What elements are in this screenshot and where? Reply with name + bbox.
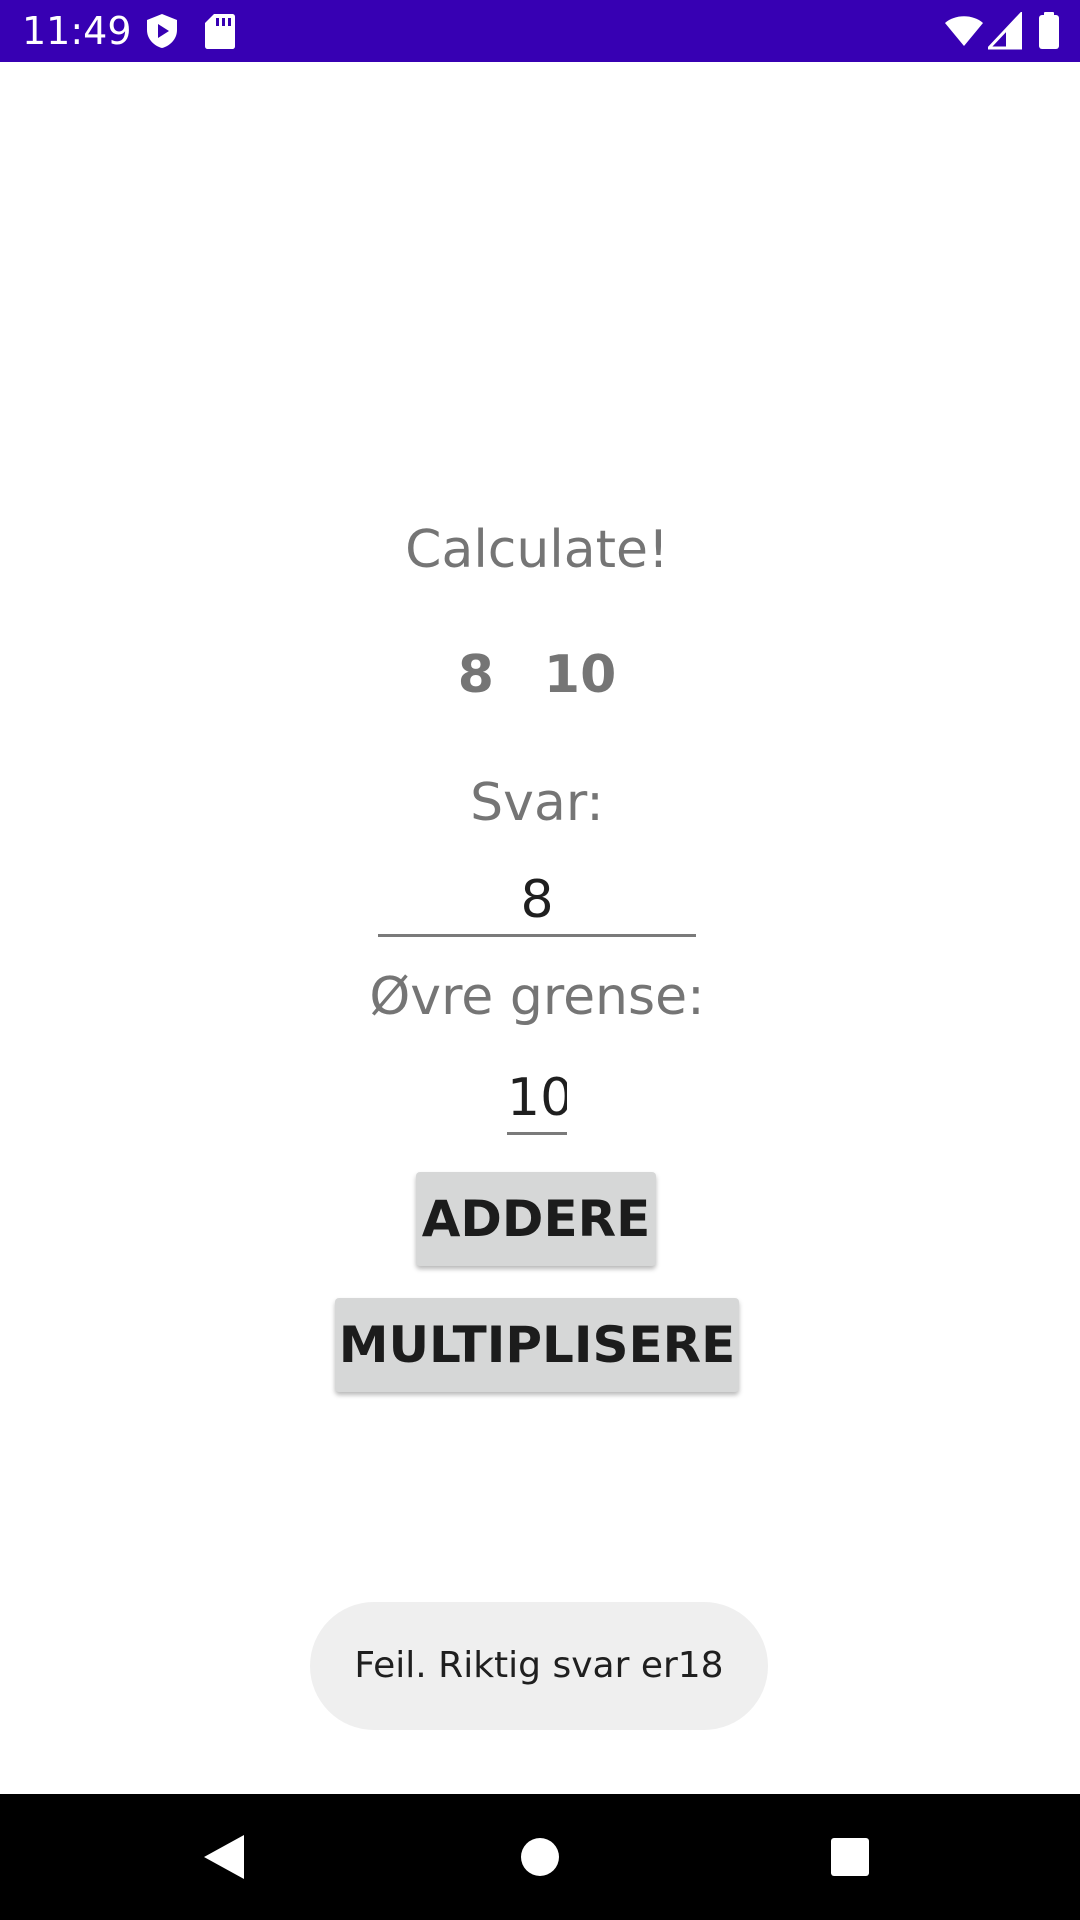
home-icon[interactable] [505, 1822, 575, 1892]
operands-row: 8 10 [0, 640, 1074, 710]
page-title: Calculate! [405, 520, 669, 580]
upper-limit-input[interactable] [507, 1063, 567, 1135]
multiply-button[interactable]: MULTIPLISERE [335, 1298, 739, 1392]
recents-icon[interactable] [815, 1822, 885, 1892]
status-time: 11:49 [22, 9, 132, 53]
toast-message: Feil. Riktig svar er18 [310, 1602, 768, 1730]
answer-label: Svar: [470, 773, 604, 833]
operand-a: 8 [457, 645, 494, 705]
battery-icon [1038, 12, 1060, 50]
upper-limit-label: Øvre grense: [369, 967, 705, 1027]
navigation-bar [0, 1794, 1080, 1920]
back-icon[interactable] [190, 1822, 260, 1892]
play-protect-icon [143, 12, 181, 50]
sd-card-icon [204, 12, 242, 50]
operand-b: 10 [543, 645, 617, 705]
add-button[interactable]: ADDERE [416, 1172, 656, 1266]
cell-signal-icon [985, 10, 1023, 50]
status-bar: 11:49 [0, 0, 1080, 62]
app-screen: 11:49 Calculate! 8 10 Svar: 8 Øvre grens… [0, 0, 1080, 1920]
wifi-icon [944, 12, 984, 50]
answer-input[interactable] [378, 865, 696, 937]
